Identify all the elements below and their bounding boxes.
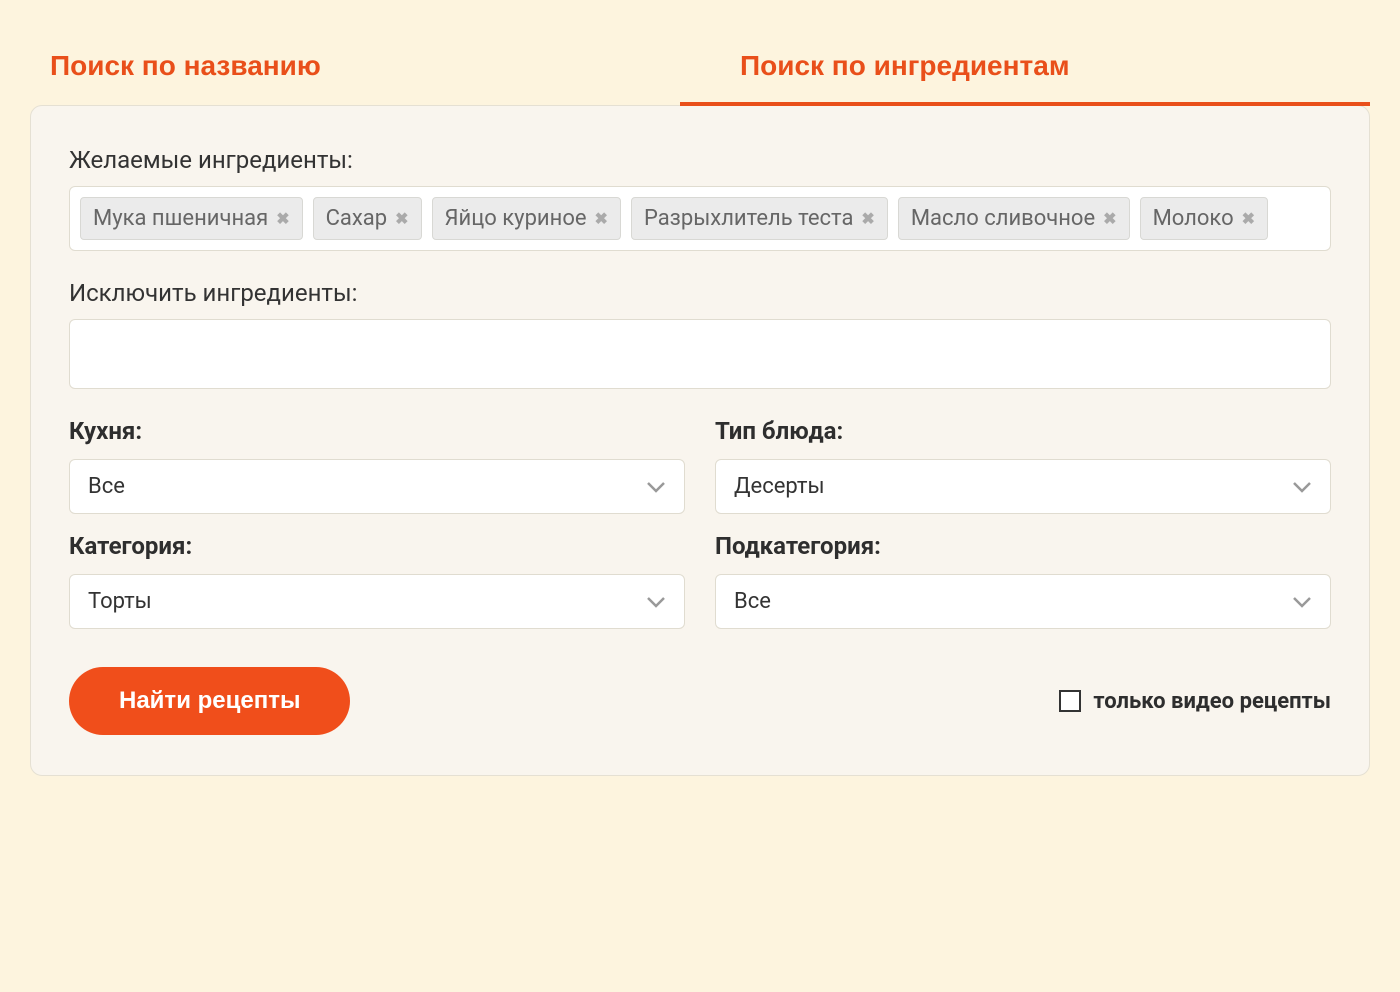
tag-label: Мука пшеничная: [93, 206, 268, 231]
subcategory-select[interactable]: Все: [715, 574, 1331, 629]
tag-label: Сахар: [326, 206, 388, 231]
ingredient-tag: Масло сливочное ✖: [898, 197, 1130, 240]
tag-label: Молоко: [1153, 206, 1234, 231]
ingredient-tag: Разрыхлитель теста ✖: [631, 197, 888, 240]
ingredient-tag: Молоко ✖: [1140, 197, 1268, 240]
chevron-down-icon: [1292, 481, 1312, 493]
include-ingredients-input[interactable]: Мука пшеничная ✖ Сахар ✖ Яйцо куриное ✖ …: [69, 186, 1331, 251]
include-ingredients-label: Желаемые ингредиенты:: [69, 146, 1331, 174]
category-value: Торты: [88, 589, 152, 614]
search-container: Поиск по названию Поиск по ингредиентам …: [30, 30, 1370, 776]
remove-tag-icon[interactable]: ✖: [1103, 211, 1116, 227]
ingredient-tag: Мука пшеничная ✖: [80, 197, 303, 240]
remove-tag-icon[interactable]: ✖: [595, 211, 608, 227]
tabs: Поиск по названию Поиск по ингредиентам: [30, 30, 1370, 106]
chevron-down-icon: [646, 596, 666, 608]
selects-row-2: Категория: Торты Подкатегория: Все: [69, 532, 1331, 629]
include-ingredients-group: Желаемые ингредиенты: Мука пшеничная ✖ С…: [69, 146, 1331, 251]
search-panel: Желаемые ингредиенты: Мука пшеничная ✖ С…: [30, 105, 1370, 776]
tag-label: Масло сливочное: [911, 206, 1095, 231]
tag-label: Яйцо куриное: [445, 206, 587, 231]
chevron-down-icon: [646, 481, 666, 493]
bottom-row: Найти рецепты только видео рецепты: [69, 667, 1331, 735]
remove-tag-icon[interactable]: ✖: [861, 211, 874, 227]
video-only-checkbox[interactable]: [1059, 690, 1081, 712]
chevron-down-icon: [1292, 596, 1312, 608]
ingredient-tag: Сахар ✖: [313, 197, 422, 240]
exclude-ingredients-label: Исключить ингредиенты:: [69, 279, 1331, 307]
ingredient-tag: Яйцо куриное ✖: [432, 197, 621, 240]
category-col: Категория: Торты: [69, 532, 685, 629]
tab-search-by-ingredients[interactable]: Поиск по ингредиентам: [680, 30, 1370, 106]
subcategory-label: Подкатегория:: [715, 532, 1331, 560]
tab-search-by-name[interactable]: Поиск по названию: [30, 30, 680, 106]
remove-tag-icon[interactable]: ✖: [1242, 211, 1255, 227]
search-button[interactable]: Найти рецепты: [69, 667, 350, 735]
cuisine-label: Кухня:: [69, 417, 685, 445]
remove-tag-icon[interactable]: ✖: [276, 211, 289, 227]
subcategory-value: Все: [734, 589, 771, 614]
selects-row-1: Кухня: Все Тип блюда: Десерты: [69, 417, 1331, 514]
category-select[interactable]: Торты: [69, 574, 685, 629]
exclude-ingredients-group: Исключить ингредиенты:: [69, 279, 1331, 389]
dish-type-value: Десерты: [734, 474, 825, 499]
cuisine-value: Все: [88, 474, 125, 499]
category-label: Категория:: [69, 532, 685, 560]
dish-type-col: Тип блюда: Десерты: [715, 417, 1331, 514]
cuisine-select[interactable]: Все: [69, 459, 685, 514]
video-only-label: только видео рецепты: [1093, 689, 1331, 714]
dish-type-label: Тип блюда:: [715, 417, 1331, 445]
dish-type-select[interactable]: Десерты: [715, 459, 1331, 514]
tag-label: Разрыхлитель теста: [644, 206, 853, 231]
exclude-ingredients-input[interactable]: [69, 319, 1331, 389]
remove-tag-icon[interactable]: ✖: [395, 211, 408, 227]
video-only-checkbox-wrap[interactable]: только видео рецепты: [1059, 689, 1331, 714]
subcategory-col: Подкатегория: Все: [715, 532, 1331, 629]
cuisine-col: Кухня: Все: [69, 417, 685, 514]
